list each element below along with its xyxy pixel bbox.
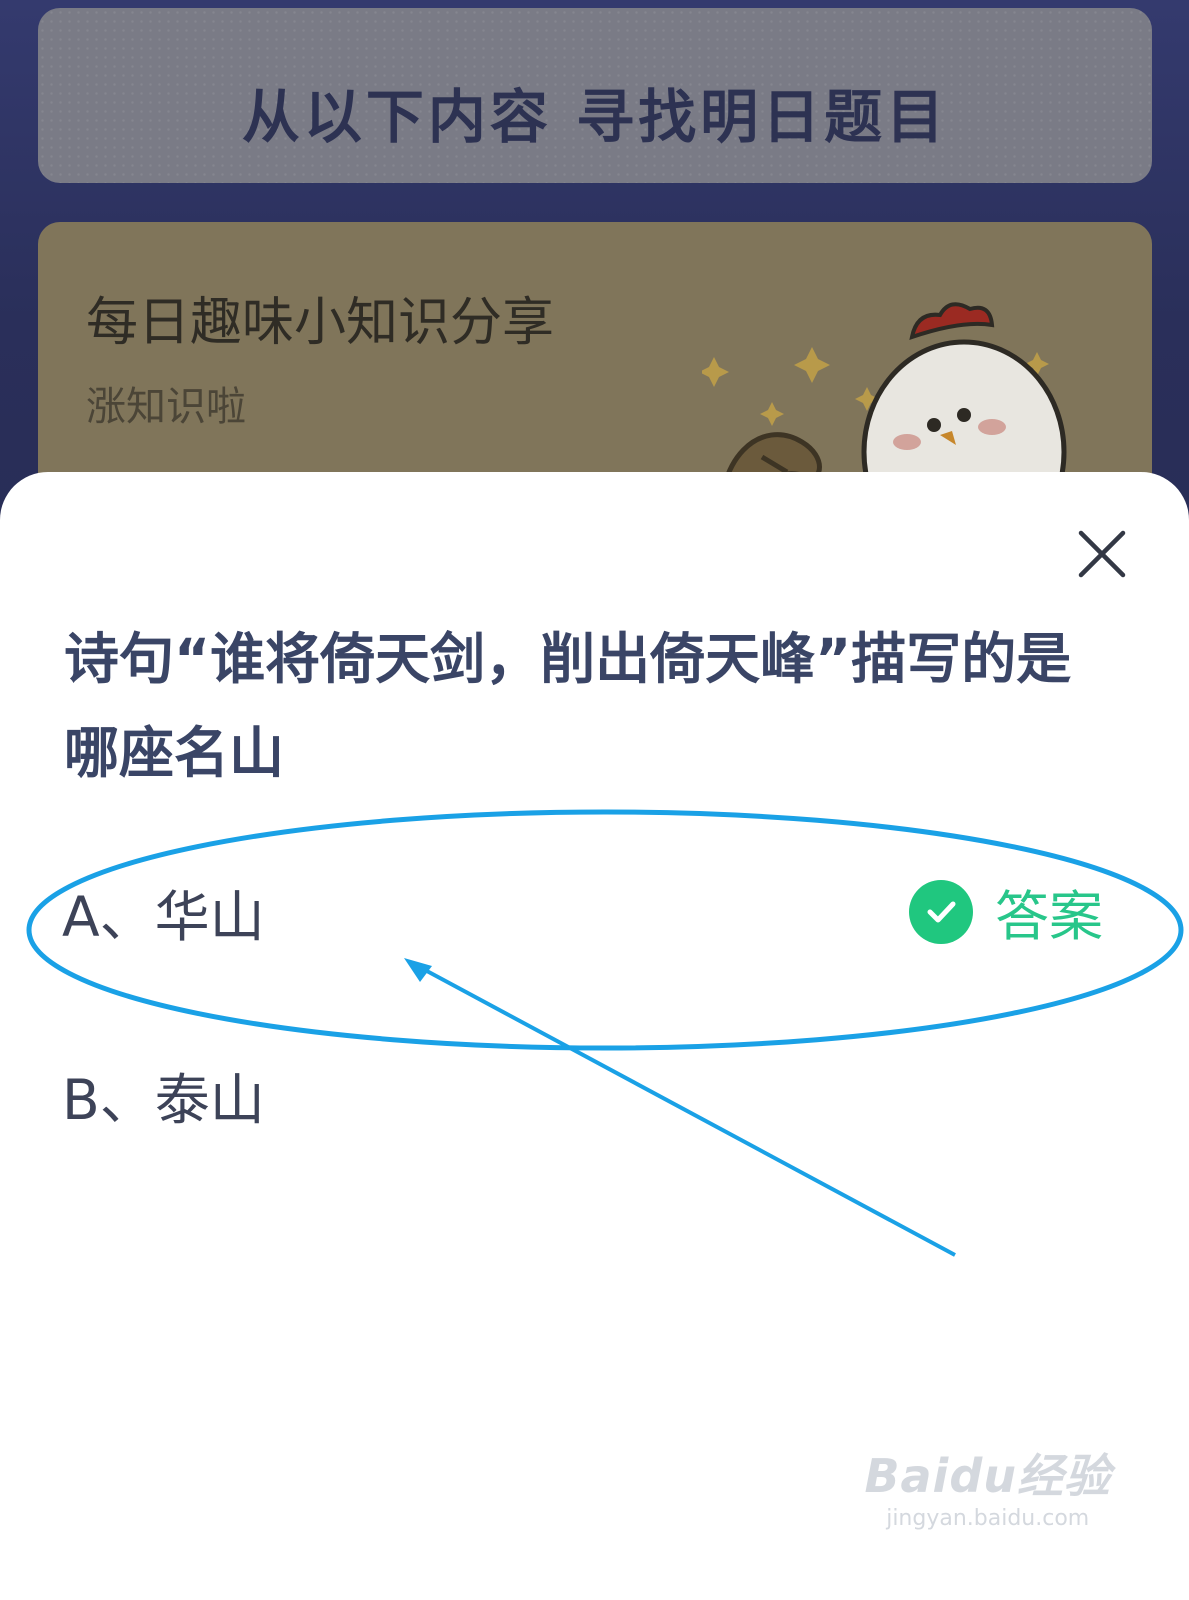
watermark: Baidu经验 jingyan.baidu.com [864,1440,1111,1531]
knowledge-card-subtitle: 涨知识啦 [86,384,246,430]
question-dialog: 诗句“谁将倚天剑，削出倚天峰”描写的是哪座名山 A、华山 答案 B、泰山 [0,472,1189,1600]
check-circle-icon [909,879,973,944]
sparkle-icon [702,357,729,387]
option-a[interactable]: A、华山 [62,872,265,952]
close-icon[interactable] [1075,527,1129,581]
question-text: 诗句“谁将倚天剑，削出倚天峰”描写的是哪座名山 [64,627,1072,785]
baidu-jingyan-logo: Baidu经验 [864,1449,1111,1503]
watermark-url: jingyan.baidu.com [886,1506,1090,1531]
answer-badge: 答案 [909,872,1103,951]
sparkle-icon [760,402,784,426]
answer-label: 答案 [995,885,1103,948]
sparkle-icon [794,347,830,383]
banner-title: 从以下内容 寻找明日题目 [241,83,949,151]
banner-card: 从以下内容 寻找明日题目 [38,8,1152,183]
option-b[interactable]: B、泰山 [62,1055,265,1135]
knowledge-card-title: 每日趣味小知识分享 [86,293,555,353]
